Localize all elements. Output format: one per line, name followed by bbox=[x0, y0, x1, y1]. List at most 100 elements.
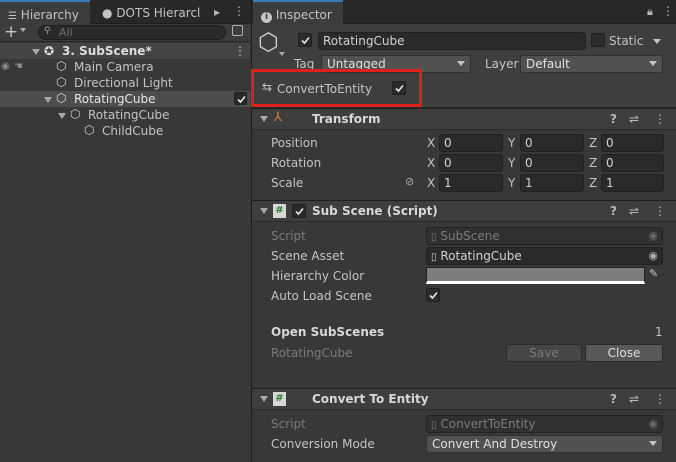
list-item[interactable]: ⬡ ChildCube bbox=[0, 123, 250, 139]
auto-load-checkbox[interactable] bbox=[426, 288, 440, 302]
axis-y-label: Y bbox=[508, 136, 516, 150]
conversion-mode-dropdown[interactable]: Convert And Destroy bbox=[426, 435, 663, 453]
eyedropper-icon[interactable]: ✎ bbox=[649, 267, 658, 280]
foldout-open-icon[interactable] bbox=[260, 116, 268, 122]
list-item[interactable]: ⬡ RotatingCube bbox=[0, 107, 250, 123]
icon-dropdown-icon[interactable] bbox=[279, 52, 285, 56]
close-button[interactable]: Close bbox=[585, 344, 663, 362]
search-input[interactable]: ⚲ All bbox=[38, 25, 226, 40]
open-subscene-item: RotatingCube bbox=[271, 346, 353, 360]
scale-label: Scale bbox=[271, 176, 304, 190]
list-item[interactable]: ◉ ☚ ⬡ Main Camera bbox=[0, 59, 250, 75]
tab-overflow-icon[interactable]: ▸ bbox=[214, 5, 220, 19]
convert-toggle-checkbox[interactable] bbox=[234, 92, 247, 105]
component-menu-icon[interactable]: ⋮ bbox=[654, 392, 666, 406]
rotation-y-field[interactable]: 0 bbox=[520, 154, 584, 172]
gameobject-cube-icon: ⬡ bbox=[84, 123, 95, 137]
menu-kebab-icon[interactable]: ⋮ bbox=[662, 4, 674, 18]
scale-y-field[interactable]: 1 bbox=[520, 174, 584, 192]
script-hash-icon: # bbox=[273, 204, 286, 218]
foldout-open-icon[interactable] bbox=[58, 113, 66, 119]
object-picker-icon[interactable]: ◉ bbox=[648, 248, 658, 264]
layer-dropdown[interactable]: Default bbox=[520, 55, 663, 73]
axis-x-label: X bbox=[427, 136, 436, 150]
component-menu-icon[interactable]: ⋮ bbox=[654, 204, 666, 218]
list-item[interactable]: ✪ 3. SubScene* ⋮ bbox=[0, 43, 250, 59]
position-x-field[interactable]: 0 bbox=[439, 134, 503, 152]
visibility-eye-icon[interactable]: ◉ bbox=[1, 59, 10, 75]
hierarchy-color-swatch[interactable] bbox=[426, 267, 645, 284]
active-checkbox[interactable] bbox=[298, 33, 312, 47]
enabled-checkbox[interactable] bbox=[292, 204, 306, 218]
axis-x-label: X bbox=[427, 176, 436, 190]
constrain-proportions-icon[interactable]: ⊘ bbox=[405, 175, 414, 188]
foldout-open-icon[interactable] bbox=[44, 97, 52, 103]
script-value: SubScene bbox=[440, 229, 500, 243]
position-y-field[interactable]: 0 bbox=[520, 134, 584, 152]
rotation-label: Rotation bbox=[271, 156, 322, 170]
gameobject-cube-icon: ⬡ bbox=[56, 91, 67, 105]
add-dropdown-icon[interactable] bbox=[20, 28, 26, 32]
list-item-label: 3. SubScene* bbox=[62, 44, 152, 58]
subscene-header[interactable]: # Sub Scene (Script) ? ⇌ ⋮ bbox=[252, 200, 676, 222]
gameobject-large-cube-icon: ⬡ bbox=[258, 28, 279, 56]
list-item-label: Directional Light bbox=[74, 76, 173, 90]
menu-kebab-icon[interactable]: ⋮ bbox=[233, 4, 245, 18]
rotation-x-field[interactable]: 0 bbox=[439, 154, 503, 172]
unity-scene-icon: ✪ bbox=[44, 44, 55, 58]
preset-sliders-icon[interactable]: ⇌ bbox=[629, 112, 639, 126]
help-icon[interactable]: ? bbox=[610, 112, 617, 126]
tab-inspector[interactable]: i Inspector bbox=[253, 0, 343, 24]
search-options-icon[interactable] bbox=[232, 25, 243, 36]
static-checkbox[interactable] bbox=[591, 33, 605, 47]
list-item-label: Main Camera bbox=[74, 60, 154, 74]
tab-dots-label: DOTS Hierarcl bbox=[116, 6, 201, 20]
axis-x-label: X bbox=[427, 156, 436, 170]
foldout-open-icon[interactable] bbox=[260, 208, 268, 214]
dots-icon: ● bbox=[102, 6, 113, 20]
lock-icon[interactable]: 🔒︎ bbox=[647, 5, 653, 19]
script-file-icon: ▯ bbox=[431, 232, 437, 243]
rotation-z-field[interactable]: 0 bbox=[601, 154, 664, 172]
tab-inspector-label: Inspector bbox=[275, 8, 332, 22]
conversion-mode-value: Convert And Destroy bbox=[432, 437, 558, 451]
preset-sliders-icon[interactable]: ⇌ bbox=[629, 392, 639, 406]
list-icon: ☰ bbox=[8, 11, 17, 22]
script-label: Script bbox=[271, 229, 306, 243]
foldout-open-icon[interactable] bbox=[260, 396, 268, 402]
add-button[interactable]: + bbox=[4, 22, 18, 42]
tab-dots-hierarchy[interactable]: ● DOTS Hierarcl bbox=[94, 0, 212, 24]
pickable-hand-icon[interactable]: ☚ bbox=[14, 59, 23, 75]
transform-axes-icon: ⅄ bbox=[274, 110, 282, 125]
object-picker-icon: ◉ bbox=[648, 417, 658, 430]
component-menu-icon[interactable]: ⋮ bbox=[654, 112, 666, 126]
script-hash-icon: # bbox=[273, 392, 286, 406]
convert-to-entity-header[interactable]: # Convert To Entity ? ⇌ ⋮ bbox=[252, 388, 676, 410]
scene-asset-field[interactable]: ▯ RotatingCube ◉ bbox=[426, 247, 663, 265]
transform-title: Transform bbox=[312, 112, 381, 126]
help-icon[interactable]: ? bbox=[610, 392, 617, 406]
save-button[interactable]: Save bbox=[506, 344, 582, 362]
script-field: ▯ SubScene ◉ bbox=[426, 227, 663, 245]
search-placeholder: All bbox=[59, 26, 73, 39]
position-label: Position bbox=[271, 136, 318, 150]
foldout-open-icon[interactable] bbox=[32, 49, 40, 55]
list-item-selected[interactable]: ⬡ RotatingCube bbox=[0, 91, 250, 107]
scene-file-icon: ▯ bbox=[431, 252, 437, 263]
script-field: ▯ ConvertToEntity ◉ bbox=[426, 415, 663, 433]
gameobject-cube-icon: ⬡ bbox=[56, 59, 67, 73]
object-name-field[interactable]: RotatingCube bbox=[318, 32, 586, 50]
transform-header[interactable]: ⅄ Transform ? ⇌ ⋮ bbox=[252, 108, 676, 130]
preset-sliders-icon[interactable]: ⇌ bbox=[629, 204, 639, 218]
static-dropdown-icon[interactable] bbox=[653, 39, 661, 44]
help-icon[interactable]: ? bbox=[610, 204, 617, 218]
scene-menu-icon[interactable]: ⋮ bbox=[234, 43, 246, 59]
scene-asset-label: Scene Asset bbox=[271, 249, 345, 263]
gameobject-cube-icon: ⬡ bbox=[56, 75, 67, 89]
position-z-field[interactable]: 0 bbox=[601, 134, 664, 152]
tab-hierarchy[interactable]: ☰ Hierarchy bbox=[0, 0, 90, 24]
list-item[interactable]: ⬡ Directional Light bbox=[0, 75, 250, 91]
scale-x-field[interactable]: 1 bbox=[439, 174, 503, 192]
scale-z-field[interactable]: 1 bbox=[601, 174, 664, 192]
axis-z-label: Z bbox=[589, 176, 598, 190]
